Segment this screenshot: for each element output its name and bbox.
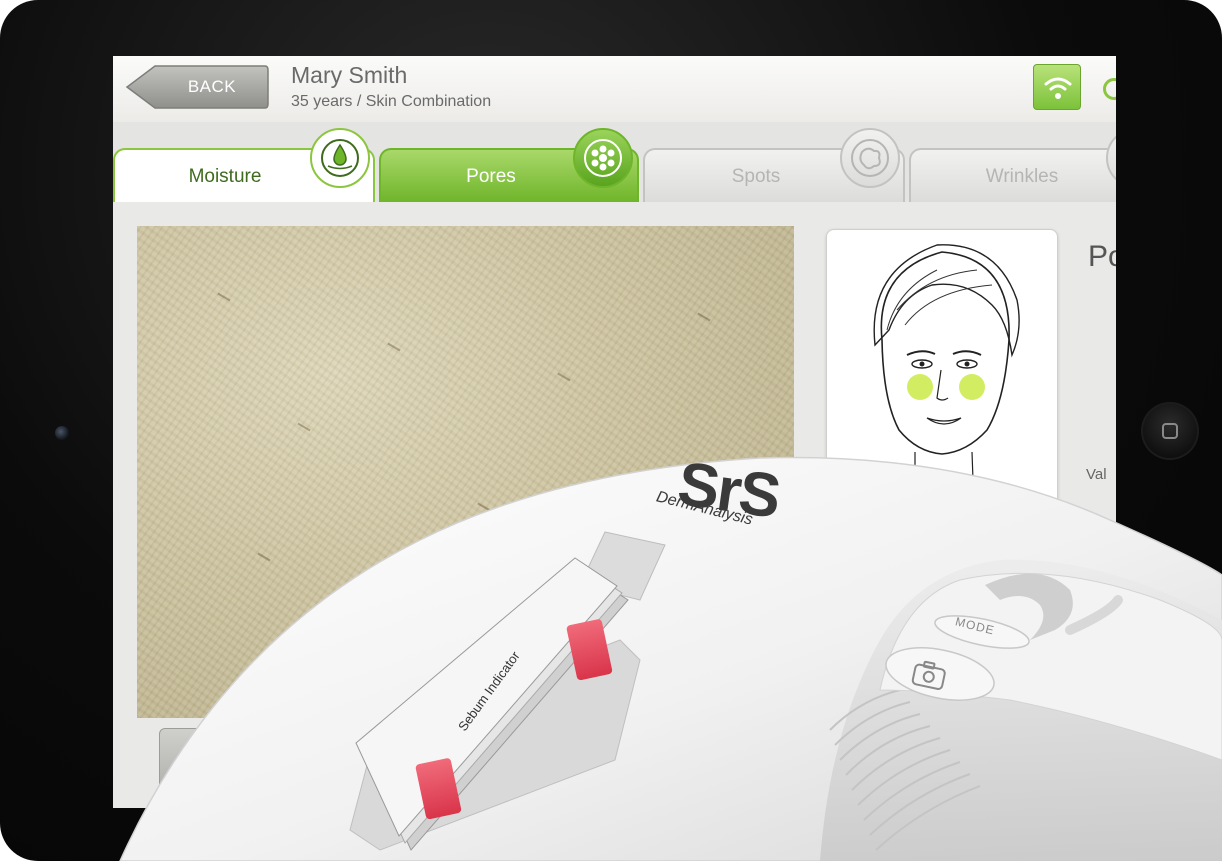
back-label: BACK xyxy=(187,77,237,96)
camera-lens xyxy=(55,426,69,440)
tab-moisture[interactable]: Moisture xyxy=(113,128,375,202)
skin-hair-mark xyxy=(407,602,421,612)
status-indicator xyxy=(1103,78,1116,100)
skin-hair-mark xyxy=(557,372,571,382)
skin-hair-mark xyxy=(387,342,401,352)
patient-name: Mary Smith xyxy=(291,62,408,88)
skin-hair-mark xyxy=(617,482,631,492)
skin-hair-mark xyxy=(697,312,711,322)
panel-title: Po xyxy=(1088,240,1116,273)
patient-info: 35 years / Skin Combination xyxy=(291,93,492,110)
bottom-action-button[interactable] xyxy=(159,728,411,806)
tab-pores-label: Pores xyxy=(466,166,516,187)
tab-spots[interactable]: Spots xyxy=(643,128,905,202)
tablet-frame: BACK Mary Smith 35 years / Skin Combinat… xyxy=(0,0,1222,861)
tab-pores[interactable]: Pores xyxy=(379,128,639,202)
value-label: Val xyxy=(1086,466,1107,483)
app-screen: BACK Mary Smith 35 years / Skin Combinat… xyxy=(113,56,1116,808)
pores-icon xyxy=(573,128,633,188)
tab-wrinkles-label: Wrinkles xyxy=(985,166,1059,187)
face-illustration xyxy=(873,244,1020,481)
home-button[interactable] xyxy=(1141,402,1199,460)
home-square-icon xyxy=(1162,423,1178,439)
face-map-card xyxy=(826,229,1058,521)
wifi-button[interactable] xyxy=(1033,64,1081,110)
analysis-tabs: Moisture Pores Spots Wrinkles xyxy=(113,122,1116,202)
tab-wrinkles[interactable]: Wrinkles xyxy=(909,128,1116,202)
header-bar: BACK Mary Smith 35 years / Skin Combinat… xyxy=(113,56,1116,123)
skin-hair-mark xyxy=(217,292,231,302)
water-drop-icon xyxy=(310,128,370,188)
wifi-icon xyxy=(1044,77,1072,99)
skin-hair-mark xyxy=(477,502,491,512)
tab-moisture-label: Moisture xyxy=(188,166,262,187)
back-button[interactable]: BACK xyxy=(125,64,269,110)
skin-hair-mark xyxy=(297,422,311,432)
spots-icon xyxy=(840,128,900,188)
tab-spots-label: Spots xyxy=(731,166,781,187)
skin-hair-mark xyxy=(257,552,271,562)
